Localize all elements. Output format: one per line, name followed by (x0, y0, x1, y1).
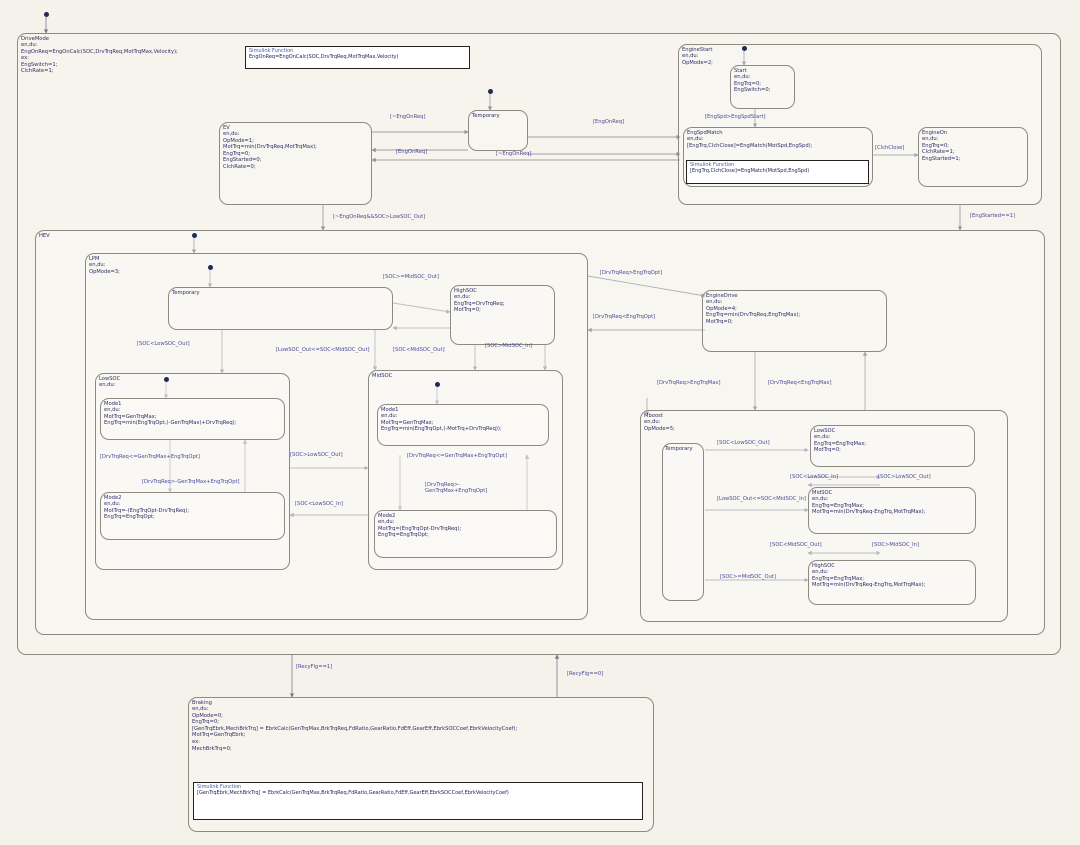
state-highsoc-mboost-body: en,du: EngTrq=EngTrqMax; MotTrq=min(DrvT… (812, 569, 926, 589)
transition-label[interactable]: [SOC>LowSOC_Out] (878, 474, 931, 480)
state-mboost-body: en,du: OpMode=5; (644, 419, 675, 432)
transition-label[interactable]: [SOC>MidSOC_In] (485, 343, 532, 349)
transition-label[interactable]: [SOC>=MidSOC_Out] (383, 274, 439, 280)
state-drivemode-body: en,du: EngOnReq=EngOnCalc(SOC,DrvTrqReq,… (21, 42, 178, 75)
transition-label[interactable]: [DrvTrqReq<EngTrqOpt] (593, 314, 655, 320)
state-temporary-mboost[interactable] (662, 443, 704, 601)
transition-label[interactable]: [DrvTrqReq<=GenTrqMax+EngTrqOpt] (100, 454, 200, 460)
state-lowsoc-lpm-body: en,du: (99, 382, 116, 388)
transition-label[interactable]: [~EngOnReq] (496, 151, 531, 157)
transition-label[interactable]: [EngStarted==1] (970, 213, 1015, 219)
default-transition-dot (208, 265, 213, 270)
transition-label[interactable]: [EngSpd>EngSpdStart] (705, 114, 766, 120)
state-enginestart-body: en,du: OpMode=2; (682, 53, 713, 66)
state-lpm-body: en,du: OpMode=3; (89, 262, 120, 275)
transition-label[interactable]: [ClchClose] (875, 145, 904, 151)
transition-label[interactable]: [DrvTrqReq>EngTrqOpt] (600, 270, 662, 276)
state-braking-body: en,du: OpMode=0; EngTrq=0; [GenTrqEbrk,M… (192, 706, 518, 752)
transition-label[interactable]: [EngOnReq] (593, 119, 624, 125)
state-engineon-body: en,du: EngTrq=0; ClchRate=1; EngStarted=… (922, 136, 961, 162)
default-transition-dot (488, 89, 493, 94)
transition-label[interactable]: [SOC<LowSOC_In] (790, 474, 838, 480)
state-enginedrive-body: en,du: OpMode=4; EngTrq=min(DrvTrqReq,En… (706, 299, 801, 325)
state-temporary-top-title: Temporary (472, 113, 500, 119)
transition-label[interactable]: [SOC<MidSOC_Out] (393, 347, 445, 353)
simulink-function-body: [GenTrqEbrk,MechBrkTrq] = EbrkCalc(GenTr… (197, 790, 509, 796)
transition-label[interactable]: [DrvTrqReq<EngTrqMax] (768, 380, 832, 386)
state-temporary-lpm[interactable] (168, 287, 393, 330)
simulink-function-body: [EngTrq,ClchClose]=EngMatch(MotSpd,EngSp… (690, 168, 810, 174)
default-transition-dot (164, 377, 169, 382)
state-lowsoc-mboost-body: en,du: EngTrq=EngTrqMax; MotTrq=0; (814, 434, 867, 454)
transition-label[interactable]: [DrvTrqReq<=GenTrqMax+EngTrqOpt] (407, 453, 507, 459)
simulink-function-engmatch[interactable]: Simulink Function [EngTrq,ClchClose]=Eng… (686, 160, 869, 184)
state-temporary-mboost-title: Temporary (665, 446, 693, 452)
state-temporary-lpm-title: Temporary (172, 290, 200, 296)
transition-label[interactable]: [~EngOnReq] (390, 114, 425, 120)
transition-label[interactable]: [EngOnReq] (396, 149, 427, 155)
transition-label[interactable]: [SOC<LowSOC_Out] (137, 341, 190, 347)
state-midsoc-mboost-body: en,du: EngTrq=EngTrqMax; MotTrq=min(DrvT… (812, 496, 926, 516)
state-mode1-mid-body: en,du: MotTrq=GenTrqMax; EngTrq=min(EngT… (381, 413, 502, 433)
state-mode2-mid-body: en,du: MotTrq=(EngTrqOpt-DrvTrqReq); Eng… (378, 519, 462, 539)
transition-label[interactable]: [SOC>LowSOC_Out] (290, 452, 343, 458)
transition-label[interactable]: [SOC>MidSOC_In] (872, 542, 919, 548)
state-mode1-low-body: en,du: MotTrq=GenTrqMax; EngTrq=min(EngT… (104, 407, 237, 427)
simulink-function-engoncalc[interactable]: Simulink Function EngOnReq=EngOnCalc(SOC… (245, 46, 470, 69)
transition-label[interactable]: [SOC>=MidSOC_Out] (720, 574, 776, 580)
transition-label[interactable]: [DrvTrqReq>-GenTrqMax+EngTrqOpt] (142, 479, 240, 485)
state-highsoc-lpm-body: en,du: EngTrq=DrvTrqReq; MotTrq=0; (454, 294, 505, 314)
state-hev-title: HEV (39, 233, 50, 239)
transition-label[interactable]: [DrvTrqReq>EngTrqMax] (657, 380, 721, 386)
transition-label[interactable]: [SOC<MidSOC_Out] (770, 542, 822, 548)
transition-label[interactable]: [SOC<LowSOC_In] (295, 501, 343, 507)
default-transition-dot (435, 382, 440, 387)
state-midsoc-lpm-title: MidSOC (372, 373, 393, 379)
transition-label[interactable]: [~EngOnReq&&SOC>LowSOC_Out] (333, 214, 425, 220)
state-ev-body: en,du: OpMode=1; MotTrq=min(DrvTrqReq,Mo… (223, 131, 317, 170)
transition-label[interactable]: [DrvTrqReq>-GenTrqMax+EngTrqOpt] (425, 482, 520, 494)
transition-label[interactable]: [LowSOC_Out<=SOC<MidSOC_Out] (276, 347, 370, 353)
transition-label[interactable]: [RecyFlg==0] (567, 671, 603, 677)
transition-label[interactable]: [RecyFlg==1] (296, 664, 332, 670)
state-start-body: en,du: EngTrq=0; EngSwitch=0; (734, 74, 771, 94)
default-transition-dot (192, 233, 197, 238)
simulink-function-body: EngOnReq=EngOnCalc(SOC,DrvTrqReq,MotTrqM… (249, 54, 399, 60)
state-engspdmatch-body: en,du: [EngTrq,ClchClose]=EngMatch(MotSp… (687, 136, 813, 149)
default-transition-dot (742, 46, 747, 51)
state-mode2-low-body: en,du: MotTrq=-(EngTrqOpt-DrvTrqReq); En… (104, 501, 190, 521)
simulink-function-ebrkcalc[interactable]: Simulink Function [GenTrqEbrk,MechBrkTrq… (193, 782, 643, 820)
transition-label[interactable]: [LowSOC_Out<=SOC<MidSOC_In] (717, 496, 806, 502)
default-transition-dot (44, 12, 49, 17)
transition-label[interactable]: [SOC<LowSOC_Out] (717, 440, 770, 446)
